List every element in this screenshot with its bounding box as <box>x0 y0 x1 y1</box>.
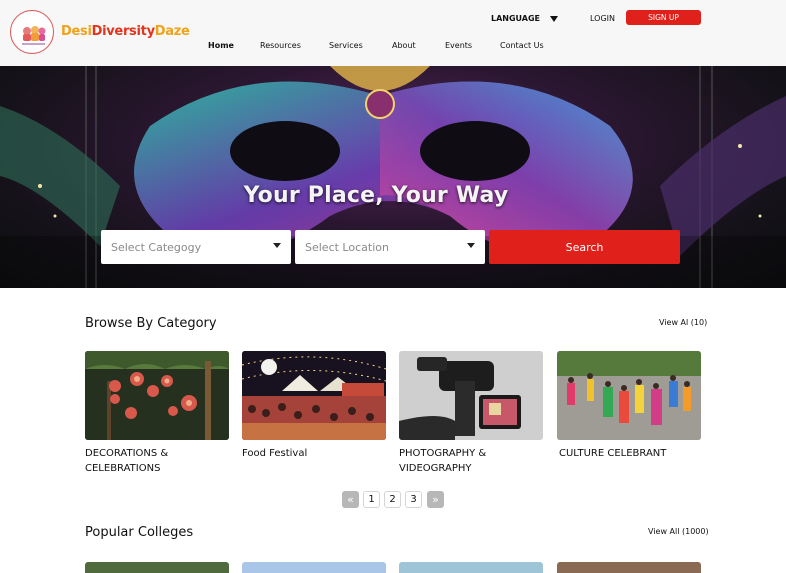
pagination-next-button[interactable]: » <box>427 491 444 508</box>
browse-category-title: Browse By Category <box>85 316 217 331</box>
logo-part-diversity: Diversity <box>91 24 155 39</box>
view-all-colleges-link[interactable]: View All (1000) <box>648 527 709 536</box>
college-image[interactable] <box>399 562 543 573</box>
nav-contact-us[interactable]: Contact Us <box>500 41 544 50</box>
chevron-down-icon <box>273 243 281 248</box>
nav-events[interactable]: Events <box>445 41 472 50</box>
pagination-prev-button[interactable]: « <box>342 491 359 508</box>
popular-colleges-title: Popular Colleges <box>85 525 194 540</box>
nav-about[interactable]: About <box>392 41 416 50</box>
category-label-photography[interactable]: PHOTOGRAPHY & VIDEOGRAPHY <box>399 446 486 476</box>
category-image-culture[interactable] <box>557 351 701 440</box>
category-image-decorations[interactable] <box>85 351 229 440</box>
nav-services[interactable]: Services <box>329 41 363 50</box>
category-select-placeholder: Select Categogy <box>111 240 202 254</box>
category-label-line: VIDEOGRAPHY <box>399 463 472 474</box>
college-image[interactable] <box>85 562 229 573</box>
location-select-placeholder: Select Location <box>305 240 389 254</box>
pagination-page-2[interactable]: 2 <box>384 491 401 508</box>
logo-part-daze: Daze <box>154 24 190 39</box>
logo-icon[interactable] <box>10 10 54 54</box>
view-all-categories-link[interactable]: View Al (10) <box>659 318 707 327</box>
chevron-down-icon <box>550 15 559 22</box>
nav-home[interactable]: Home <box>208 41 234 50</box>
category-label-line: CULTURE CELEBRANT <box>559 448 667 459</box>
category-label-line: Food Festival <box>242 448 308 459</box>
nav-resources[interactable]: Resources <box>260 41 301 50</box>
category-label-line: CELEBRATIONS <box>85 463 161 474</box>
pagination-page-3[interactable]: 3 <box>405 491 422 508</box>
site-header: DesiDiversityDaze LANGUAGE LOGIN SIGN UP… <box>0 0 786 66</box>
category-label-line: PHOTOGRAPHY & <box>399 448 487 459</box>
search-button[interactable]: Search <box>489 230 680 264</box>
category-image-food-festival[interactable] <box>242 351 386 440</box>
chevron-down-icon <box>467 243 475 248</box>
pagination-page-1[interactable]: 1 <box>363 491 380 508</box>
category-label-line: DECORATIONS & <box>85 448 169 459</box>
logo-part-desi: Desi <box>61 24 92 39</box>
language-label: LANGUAGE <box>491 14 541 23</box>
category-image-photography[interactable] <box>399 351 543 440</box>
signup-button[interactable]: SIGN UP <box>626 10 701 25</box>
login-link[interactable]: LOGIN <box>590 14 615 23</box>
category-select[interactable]: Select Categogy <box>101 230 291 264</box>
location-select[interactable]: Select Location <box>295 230 485 264</box>
category-label-decorations[interactable]: DECORATIONS & CELEBRATIONS <box>85 446 168 476</box>
hero-title: Your Place, Your Way <box>243 183 509 208</box>
category-label-culture[interactable]: CULTURE CELEBRANT <box>559 446 666 461</box>
college-image[interactable] <box>557 562 701 573</box>
logo-wordmark[interactable]: DesiDiversityDaze <box>61 24 190 39</box>
category-label-food-festival[interactable]: Food Festival <box>242 446 307 461</box>
college-image[interactable] <box>242 562 386 573</box>
language-dropdown[interactable]: LANGUAGE <box>491 14 559 23</box>
